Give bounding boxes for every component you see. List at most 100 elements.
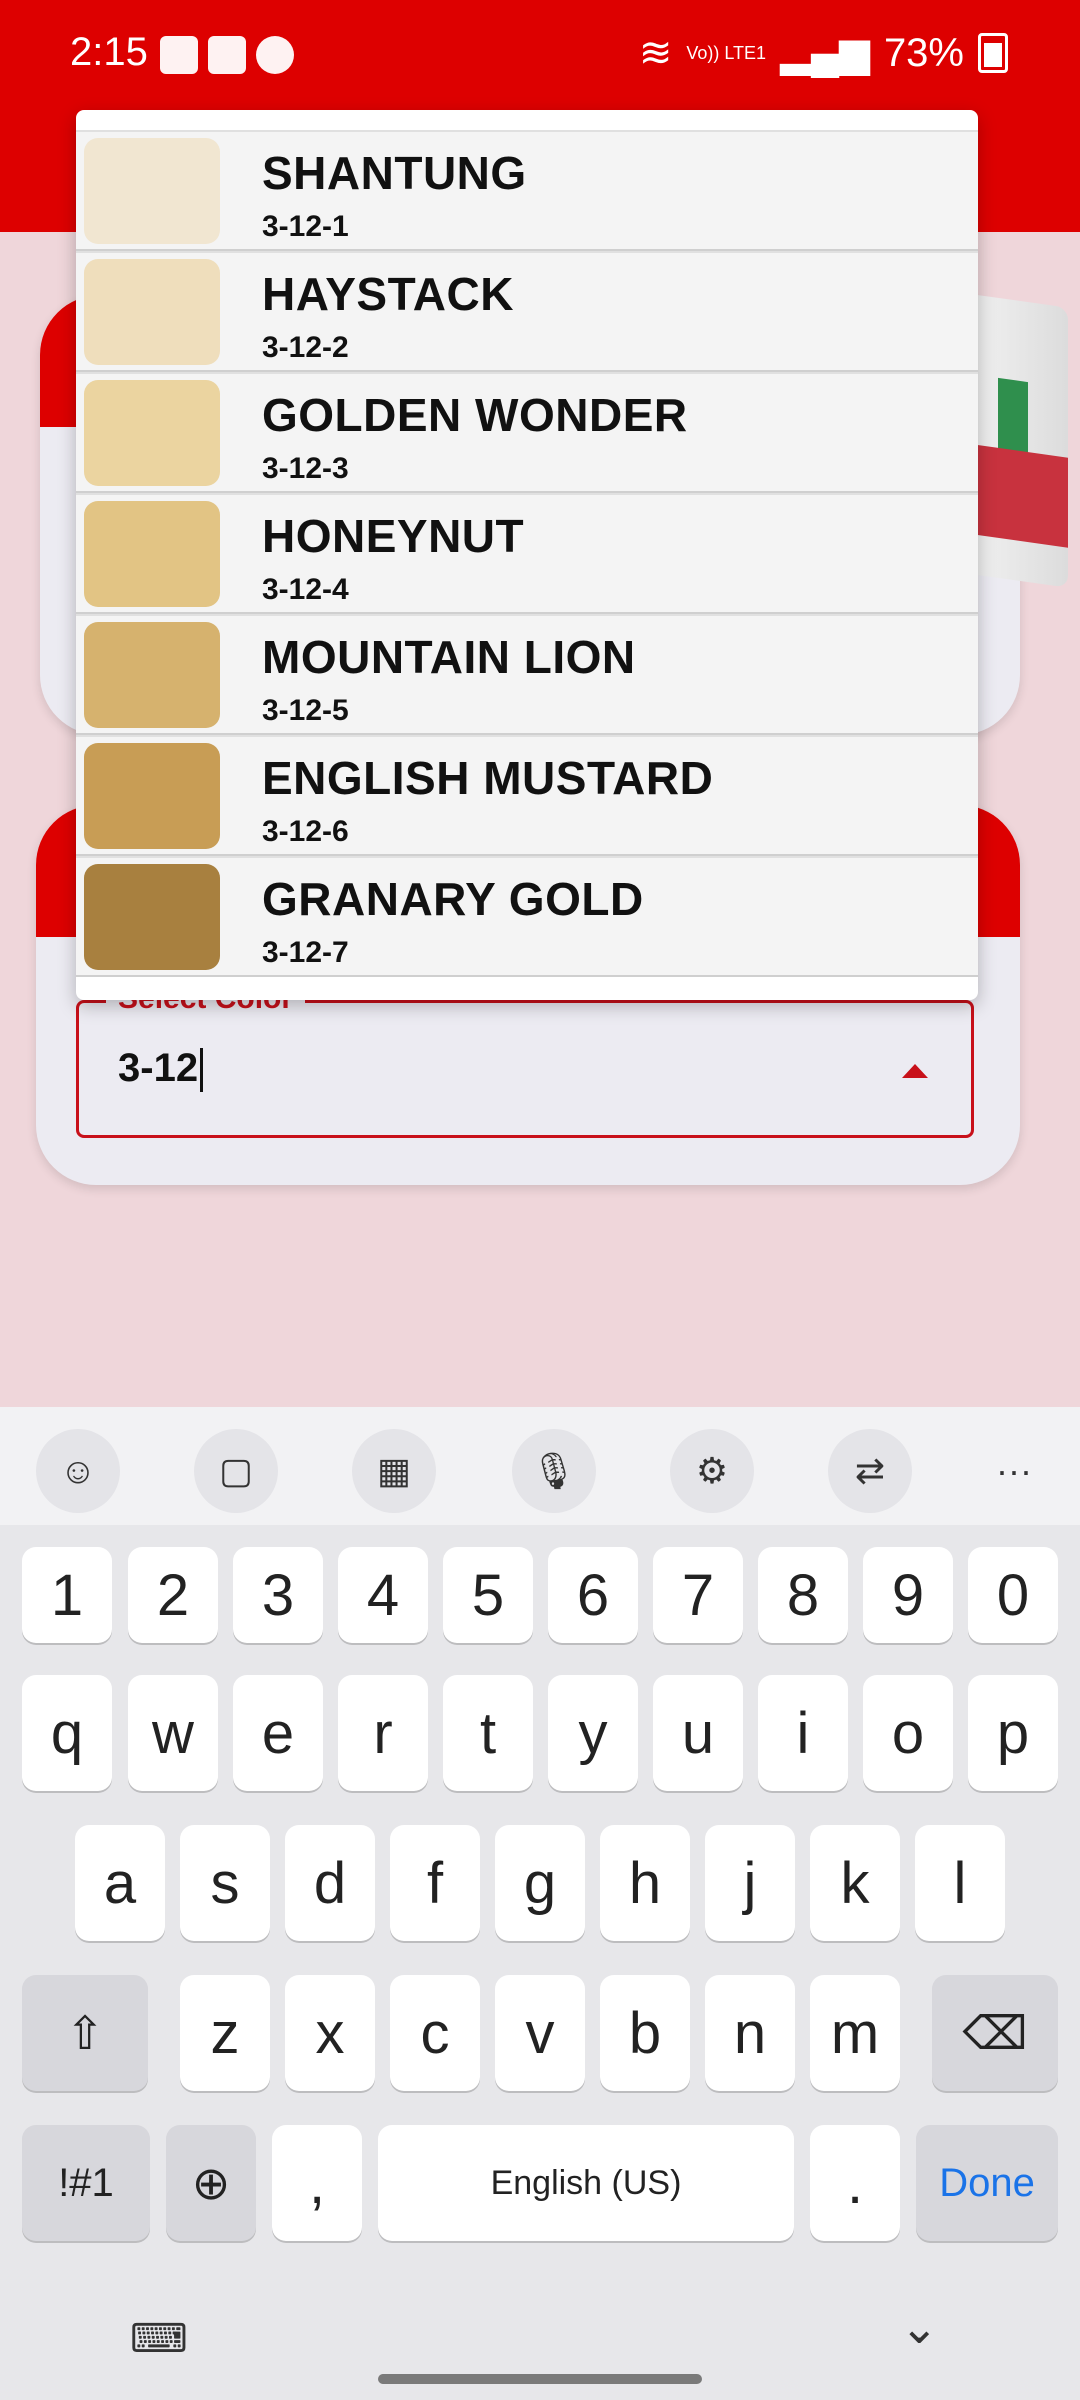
key-x[interactable]: x — [285, 1975, 375, 2091]
list-item[interactable]: ENGLISH MUSTARD 3-12-6 — [76, 735, 978, 856]
key-2[interactable]: 2 — [128, 1547, 218, 1643]
shift-icon: ⇧ — [65, 2007, 105, 2059]
key-b[interactable]: b — [600, 1975, 690, 2091]
key-9[interactable]: 9 — [863, 1547, 953, 1643]
key-g[interactable]: g — [495, 1825, 585, 1941]
select-color-input[interactable]: 3-12 — [118, 1046, 204, 1093]
keyboard-switch-icon[interactable]: ⌨ — [130, 2316, 188, 2362]
select-color-field[interactable] — [76, 1000, 974, 1138]
globe-icon: ⊕ — [191, 2157, 231, 2209]
clipboard-icon[interactable]: ▢ — [194, 1429, 278, 1513]
color-name: HONEYNUT — [262, 510, 525, 562]
key-r[interactable]: r — [338, 1675, 428, 1791]
status-time: 2:15 — [70, 30, 148, 74]
notification-icons — [160, 36, 294, 74]
settings-icon[interactable]: ⚙ — [670, 1429, 754, 1513]
keyboard-keys: 1 2 3 4 5 6 7 8 9 0 q w e r t y u i o p … — [0, 1525, 1080, 2400]
key-s[interactable]: s — [180, 1825, 270, 1941]
key-c[interactable]: c — [390, 1975, 480, 2091]
key-3[interactable]: 3 — [233, 1547, 323, 1643]
status-right: ≋ Vo)) LTE1 ▂▄▆ 73% — [639, 30, 1008, 76]
battery-icon — [978, 33, 1008, 73]
key-k[interactable]: k — [810, 1825, 900, 1941]
key-y[interactable]: y — [548, 1675, 638, 1791]
color-name: HAYSTACK — [262, 268, 514, 320]
shift-key[interactable]: ⇧ — [22, 1975, 148, 2091]
key-4[interactable]: 4 — [338, 1547, 428, 1643]
key-5[interactable]: 5 — [443, 1547, 533, 1643]
mic-icon[interactable]: 🎙︎ — [512, 1429, 596, 1513]
soft-keyboard: ☺ ▢ ▦ 🎙︎ ⚙ ⇄ ··· 1 2 3 4 5 6 7 8 9 0 q w… — [0, 1407, 1080, 2400]
color-swatch — [84, 743, 220, 849]
color-swatch — [84, 380, 220, 486]
list-item[interactable]: HAYSTACK 3-12-2 — [76, 251, 978, 372]
language-key[interactable]: ⊕ — [166, 2125, 256, 2241]
period-key[interactable]: . — [810, 2125, 900, 2241]
key-w[interactable]: w — [128, 1675, 218, 1791]
symbols-key[interactable]: !#1 — [22, 2125, 150, 2241]
more-icon[interactable]: ··· — [972, 1429, 1056, 1513]
backspace-key[interactable]: ⌫ — [932, 1975, 1058, 2091]
chevron-down-icon[interactable]: ⌄ — [900, 2300, 939, 2354]
key-7[interactable]: 7 — [653, 1547, 743, 1643]
key-n[interactable]: n — [705, 1975, 795, 2091]
color-name: GRANARY GOLD — [262, 873, 644, 925]
key-a[interactable]: a — [75, 1825, 165, 1941]
color-swatch — [84, 864, 220, 970]
keyboard-toolbar: ☺ ▢ ▦ 🎙︎ ⚙ ⇄ ··· — [0, 1407, 1080, 1525]
list-item[interactable]: MOUNTAIN LION 3-12-5 — [76, 614, 978, 735]
key-t[interactable]: t — [443, 1675, 533, 1791]
translate-icon[interactable]: ⇄ — [828, 1429, 912, 1513]
key-f[interactable]: f — [390, 1825, 480, 1941]
color-name: MOUNTAIN LION — [262, 631, 636, 683]
space-key[interactable]: English (US) — [378, 2125, 794, 2241]
key-z[interactable]: z — [180, 1975, 270, 2091]
key-q[interactable]: q — [22, 1675, 112, 1791]
key-8[interactable]: 8 — [758, 1547, 848, 1643]
key-i[interactable]: i — [758, 1675, 848, 1791]
select-color-value: 3-12 — [118, 1046, 199, 1090]
color-code: 3-12-1 — [262, 210, 349, 243]
done-key[interactable]: Done — [916, 2125, 1058, 2241]
color-name: SHANTUNG — [262, 147, 527, 199]
key-d[interactable]: d — [285, 1825, 375, 1941]
wifi-icon: ≋ — [638, 31, 673, 75]
color-code: 3-12-6 — [262, 815, 349, 848]
emoji-icon[interactable]: ☺ — [36, 1429, 120, 1513]
dropdown-arrow-icon[interactable] — [902, 1064, 928, 1078]
call-icon — [256, 36, 294, 74]
list-item[interactable]: HONEYNUT 3-12-4 — [76, 493, 978, 614]
keypad-icon[interactable]: ▦ — [352, 1429, 436, 1513]
color-swatch — [84, 622, 220, 728]
color-name: GOLDEN WONDER — [262, 389, 688, 441]
key-0[interactable]: 0 — [968, 1547, 1058, 1643]
list-item[interactable]: GOLDEN WONDER 3-12-3 — [76, 372, 978, 493]
color-code: 3-12-3 — [262, 452, 349, 485]
key-e[interactable]: e — [233, 1675, 323, 1791]
key-m[interactable]: m — [810, 1975, 900, 2091]
color-code: 3-12-2 — [262, 331, 349, 364]
key-o[interactable]: o — [863, 1675, 953, 1791]
color-code: 3-12-5 — [262, 694, 349, 727]
key-j[interactable]: j — [705, 1825, 795, 1941]
comma-key[interactable]: , — [272, 2125, 362, 2241]
battery-percent: 73% — [883, 30, 964, 75]
list-item[interactable]: GRANARY GOLD 3-12-7 — [76, 856, 978, 977]
key-1[interactable]: 1 — [22, 1547, 112, 1643]
key-h[interactable]: h — [600, 1825, 690, 1941]
key-u[interactable]: u — [653, 1675, 743, 1791]
color-swatch — [84, 259, 220, 365]
signal-icon: ▂▄▆ — [780, 31, 870, 75]
key-6[interactable]: 6 — [548, 1547, 638, 1643]
home-gesture-bar[interactable] — [378, 2374, 702, 2384]
gallery-icon — [160, 36, 198, 74]
list-item[interactable]: SHANTUNG 3-12-1 — [76, 130, 978, 251]
color-swatch — [84, 501, 220, 607]
key-p[interactable]: p — [968, 1675, 1058, 1791]
color-swatch — [84, 138, 220, 244]
phone-screen-icon — [208, 36, 246, 74]
key-v[interactable]: v — [495, 1975, 585, 2091]
color-dropdown-list: SHANTUNG 3-12-1 HAYSTACK 3-12-2 GOLDEN W… — [76, 110, 978, 1000]
status-bar: 2:15 ≋ Vo)) LTE1 ▂▄▆ 73% — [0, 0, 1080, 112]
key-l[interactable]: l — [915, 1825, 1005, 1941]
